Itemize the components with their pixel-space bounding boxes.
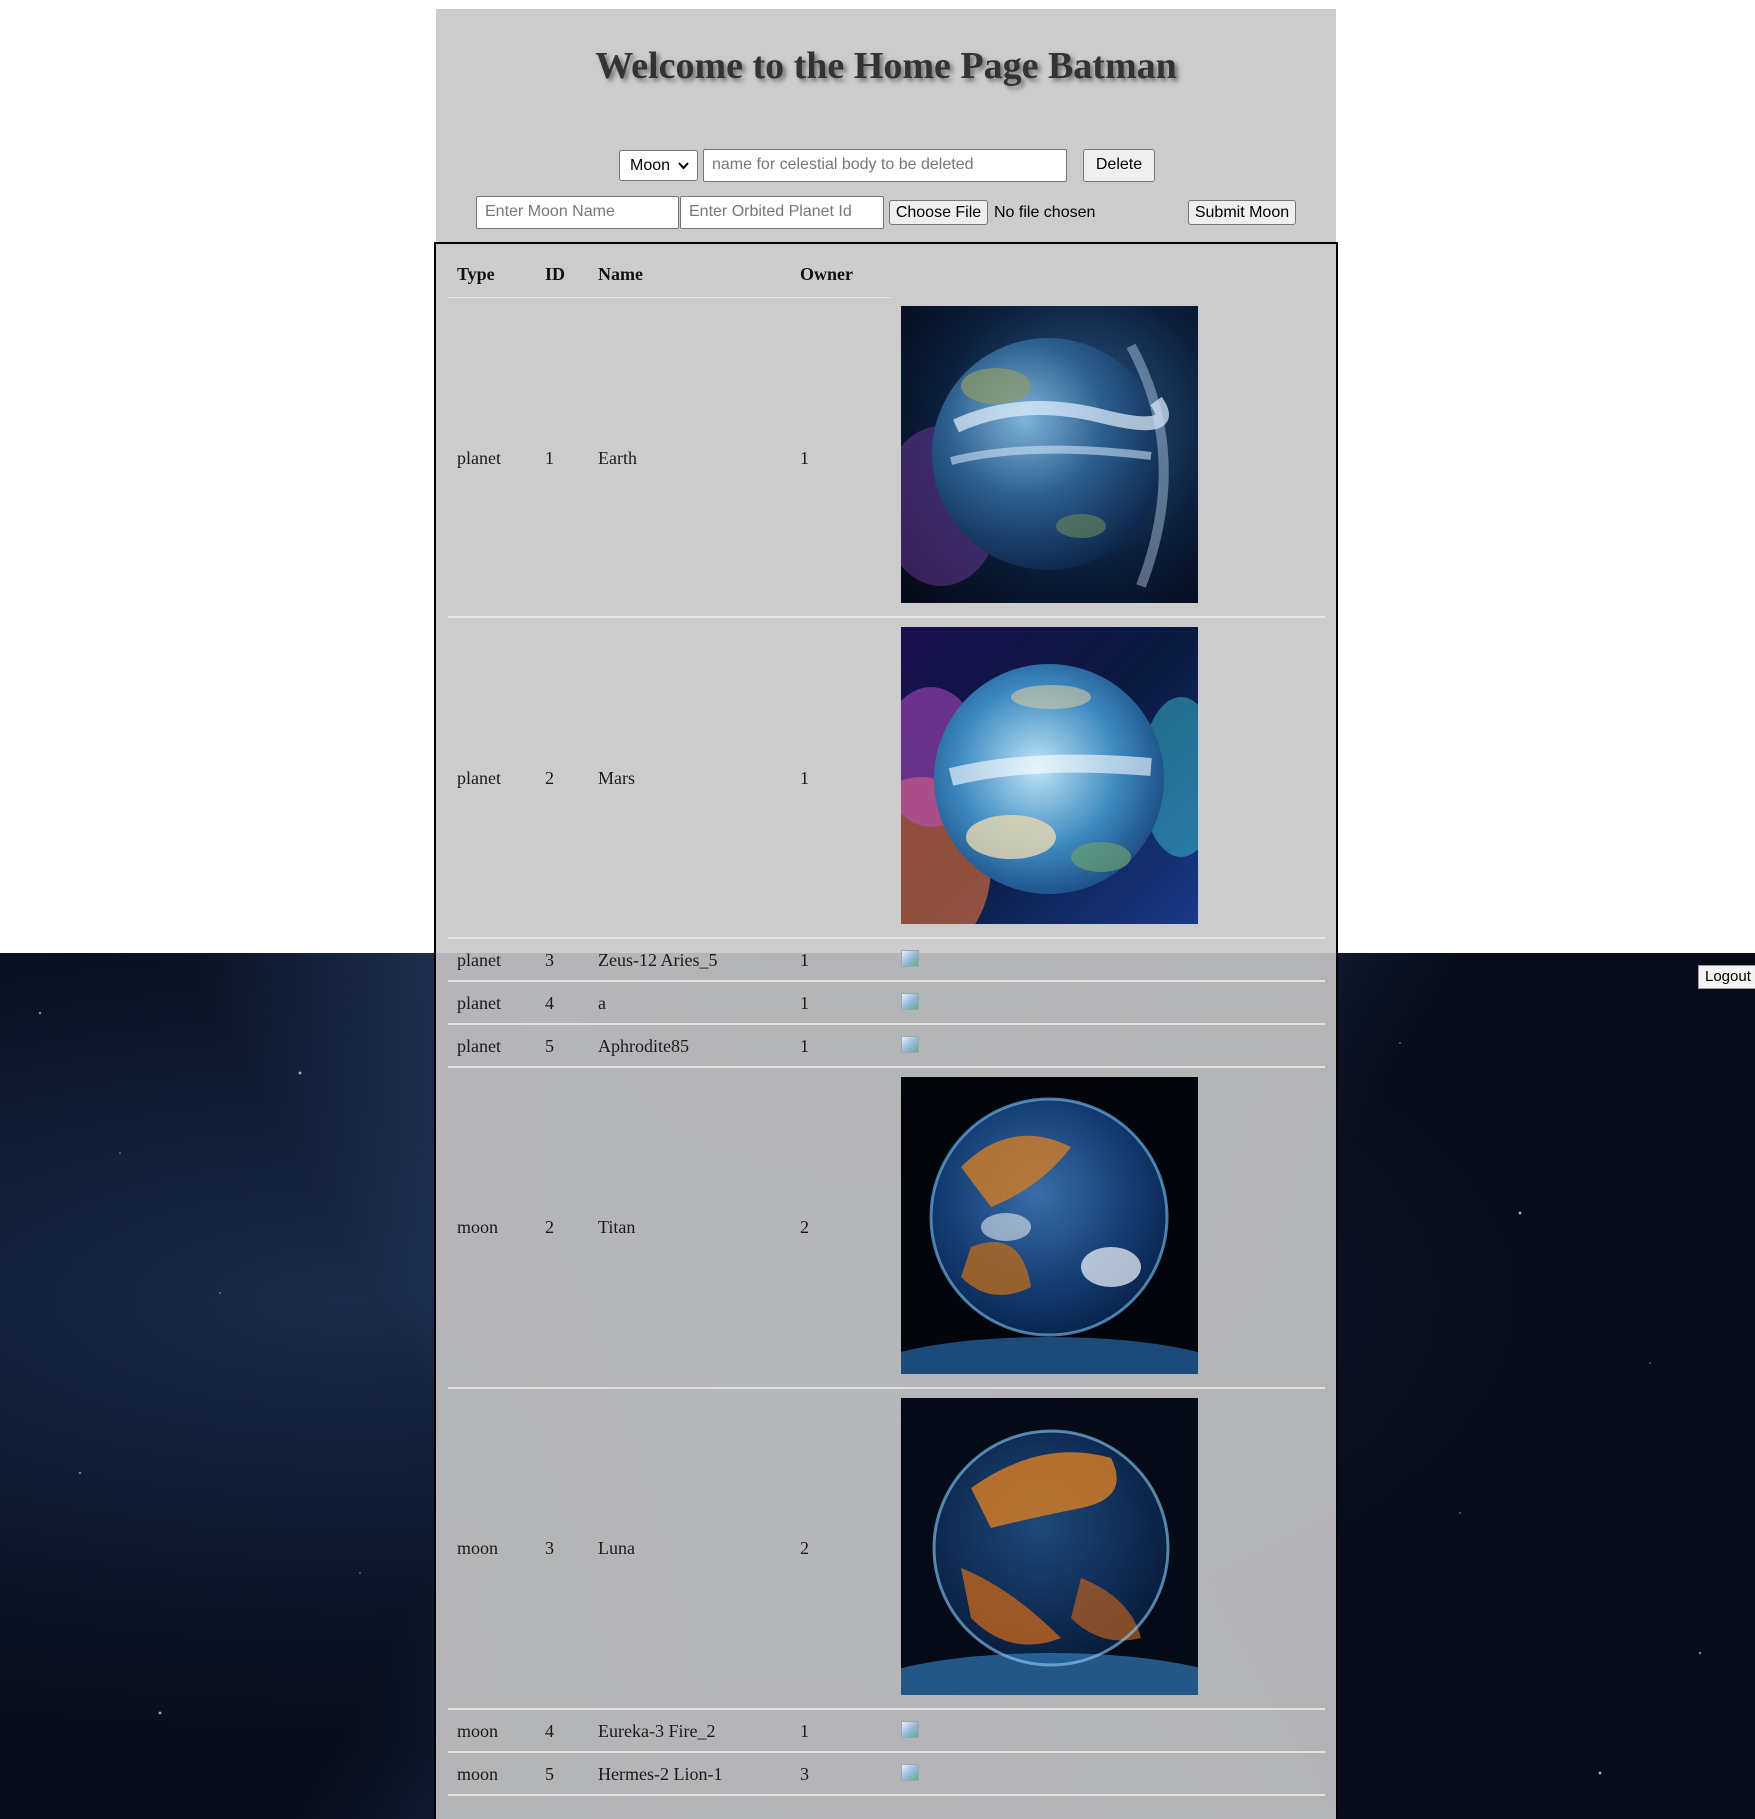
broken-image-icon — [901, 1721, 919, 1738]
moon-name-placeholder: Enter Moon Name — [485, 203, 615, 220]
cell-type: moon — [457, 1721, 499, 1741]
cell-id: 5 — [545, 1764, 554, 1784]
cell-id: 2 — [545, 768, 554, 788]
cell-id: 4 — [545, 993, 554, 1013]
table-row: planet 3 Zeus-12 Aries_5 1 — [448, 940, 1325, 982]
cell-type: moon — [457, 1538, 499, 1558]
cell-type: planet — [457, 993, 501, 1013]
cell-type: planet — [457, 448, 501, 468]
cell-id: 2 — [545, 1217, 554, 1237]
table-row: planet 5 Aphrodite85 1 — [448, 1026, 1325, 1068]
cell-type: planet — [457, 768, 501, 788]
chevron-down-icon — [678, 151, 689, 190]
cell-name: Aphrodite85 — [598, 1036, 689, 1056]
broken-image-icon — [901, 950, 919, 967]
table-row: planet 4 a 1 — [448, 983, 1325, 1025]
cell-owner: 1 — [800, 993, 809, 1013]
table-row: moon 3 Luna 2 — [448, 1390, 1325, 1710]
table-row: planet 1 Earth 1 — [448, 299, 1325, 618]
body-type-select[interactable]: Moon — [619, 150, 698, 181]
cell-name: Luna — [598, 1538, 635, 1558]
page-title: Welcome to the Home Page Batman — [595, 45, 1177, 87]
colorful-globe-image — [901, 627, 1198, 924]
cell-type: moon — [457, 1764, 499, 1784]
cell-name: Earth — [598, 448, 637, 468]
submit-moon-button[interactable]: Submit Moon — [1188, 200, 1296, 225]
file-status: No file chosen — [994, 204, 1096, 221]
column-header-id: ID — [545, 264, 566, 284]
cell-id: 5 — [545, 1036, 554, 1056]
orbited-planet-id-placeholder: Enter Orbited Planet Id — [689, 203, 852, 220]
table-row: moon 2 Titan 2 — [448, 1069, 1325, 1389]
delete-button[interactable]: Delete — [1083, 149, 1155, 182]
cell-type: moon — [457, 1217, 499, 1237]
cell-name: Mars — [598, 768, 635, 788]
delete-name-input[interactable]: name for celestial body to be deleted — [703, 149, 1067, 182]
cell-name: Eureka-3 Fire_2 — [598, 1721, 716, 1741]
cell-id: 3 — [545, 1538, 554, 1558]
cell-type: planet — [457, 950, 501, 970]
cell-id: 4 — [545, 1721, 554, 1741]
orange-globe-image — [901, 1398, 1198, 1695]
delete-name-placeholder: name for celestial body to be deleted — [712, 156, 974, 173]
cell-name: a — [598, 993, 606, 1013]
body-type-selected: Moon — [630, 157, 671, 174]
column-header-name: Name — [598, 264, 643, 284]
cell-owner: 1 — [800, 950, 809, 970]
orange-blue-globe-image — [901, 1077, 1198, 1374]
table-row: planet 2 Mars 1 — [448, 619, 1325, 939]
cell-name: Hermes-2 Lion-1 — [598, 1764, 723, 1784]
orbited-planet-id-input[interactable]: Enter Orbited Planet Id — [680, 196, 884, 229]
cell-owner: 1 — [800, 1721, 809, 1741]
cell-owner: 3 — [800, 1764, 809, 1784]
cell-owner: 1 — [800, 448, 809, 468]
table-row: moon 5 Hermes-2 Lion-1 3 — [448, 1754, 1325, 1796]
logout-button[interactable]: Logout — [1698, 965, 1755, 989]
column-header-type: Type — [457, 264, 495, 284]
earth-globe-image — [901, 306, 1198, 603]
header-divider — [448, 297, 891, 298]
broken-image-icon — [901, 1036, 919, 1053]
broken-image-icon — [901, 993, 919, 1010]
broken-image-icon — [901, 1764, 919, 1781]
cell-name: Zeus-12 Aries_5 — [598, 950, 718, 970]
choose-file-button[interactable]: Choose File — [889, 200, 988, 225]
cell-id: 3 — [545, 950, 554, 970]
cell-owner: 1 — [800, 768, 809, 788]
table-row: moon 4 Eureka-3 Fire_2 1 — [448, 1711, 1325, 1753]
cell-name: Titan — [598, 1217, 636, 1237]
moon-name-input[interactable]: Enter Moon Name — [476, 196, 679, 229]
column-header-owner: Owner — [800, 264, 853, 284]
cell-owner: 1 — [800, 1036, 809, 1056]
cell-id: 1 — [545, 448, 554, 468]
cell-type: planet — [457, 1036, 501, 1056]
cell-owner: 2 — [800, 1538, 809, 1558]
cell-owner: 2 — [800, 1217, 809, 1237]
